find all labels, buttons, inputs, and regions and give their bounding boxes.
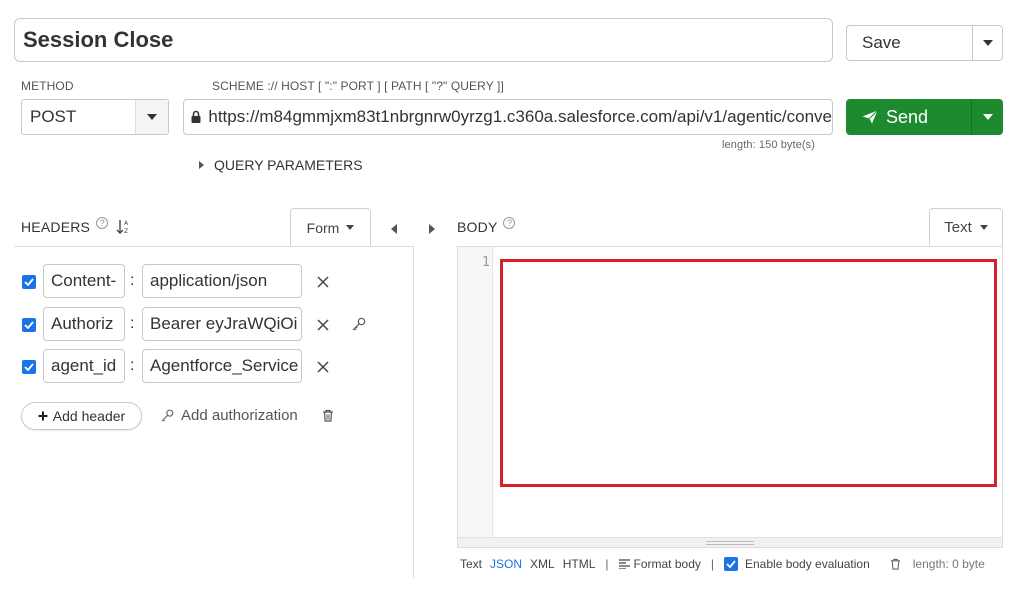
url-length: length: 150 byte(s) (722, 139, 816, 151)
sort-icon[interactable]: A Z (116, 219, 130, 235)
help-icon[interactable]: ? (503, 217, 516, 229)
header-row-checkbox[interactable] (22, 275, 36, 289)
request-name-input[interactable]: Session Close (14, 18, 833, 62)
line-number: 1 (482, 255, 490, 270)
lock-icon (184, 110, 208, 124)
chevron-down-icon (346, 225, 355, 230)
method-label: METHOD (21, 79, 74, 93)
save-button-group[interactable]: Save (846, 25, 1003, 61)
format-body-label: Format body (633, 557, 701, 571)
chevron-down-icon (147, 114, 157, 120)
collapse-left-toggle[interactable] (391, 221, 397, 239)
format-body-button[interactable]: Format body (618, 557, 701, 571)
header-row: Authoriz : Bearer eyJraWQiOi (22, 307, 382, 341)
body-format-label: Text (944, 219, 972, 236)
header-row: agent_id : Agentforce_Service (22, 349, 382, 383)
add-header-button[interactable]: Add header (21, 402, 142, 430)
headers-title: HEADERS (21, 219, 91, 235)
save-dropdown-toggle[interactable] (973, 26, 1002, 60)
chevron-left-icon (391, 224, 397, 234)
header-value-input[interactable]: Agentforce_Service (142, 349, 302, 383)
add-authorization-button[interactable]: Add authorization (160, 407, 298, 424)
body-footer: Text JSON XML HTML | Format body | Enabl… (460, 557, 985, 571)
form-label: Form (306, 219, 340, 236)
query-parameters-toggle[interactable]: QUERY PARAMETERS (199, 157, 363, 173)
body-type-json[interactable]: JSON (490, 557, 522, 571)
save-button[interactable]: Save (847, 26, 973, 60)
body-type-html[interactable]: HTML (563, 557, 596, 571)
body-type-text[interactable]: Text (460, 557, 482, 571)
header-name-input[interactable]: agent_id (43, 349, 125, 383)
key-icon[interactable] (351, 316, 367, 337)
method-select[interactable]: POST (21, 99, 169, 135)
header-row-checkbox[interactable] (22, 318, 36, 332)
trash-icon[interactable] (322, 409, 334, 427)
request-name-text: Session Close (23, 27, 174, 52)
body-header: BODY ? (457, 217, 516, 235)
send-button[interactable]: Send (846, 99, 972, 135)
url-input[interactable]: https://m84gmmjxm83t1nbrgnrw0yrzg1.c360a… (183, 99, 833, 135)
expand-right-toggle[interactable] (429, 221, 435, 239)
body-format-dropdown[interactable]: Text (929, 208, 1003, 246)
checkbox-checked-icon (724, 557, 738, 571)
send-icon (862, 110, 878, 124)
header-row-checkbox[interactable] (22, 360, 36, 374)
svg-text:A: A (124, 220, 129, 227)
body-type-xml[interactable]: XML (530, 557, 555, 571)
panel-divider[interactable] (413, 246, 414, 578)
url-format-label: SCHEME :// HOST [ ":" PORT ] [ PATH [ "?… (212, 79, 504, 93)
svg-text:Z: Z (124, 228, 128, 235)
plus-icon (38, 411, 48, 421)
editor-resize-handle[interactable] (458, 537, 1002, 547)
header-name-input[interactable]: Content- (43, 264, 125, 298)
chevron-right-icon (199, 161, 204, 169)
add-authorization-label: Add authorization (181, 407, 298, 424)
chevron-right-icon (429, 224, 435, 234)
chevron-down-icon (979, 225, 988, 230)
add-header-label: Add header (52, 408, 126, 424)
grip-icon (706, 540, 754, 545)
close-icon[interactable] (317, 318, 329, 336)
header-colon: : (130, 315, 135, 332)
body-length: length: 0 byte (912, 557, 985, 571)
close-icon[interactable] (317, 275, 329, 293)
send-label: Send (886, 106, 929, 127)
chevron-down-icon (982, 114, 993, 120)
help-icon[interactable]: ? (96, 217, 109, 229)
headers-header: HEADERS ? A Z (21, 217, 130, 235)
align-left-icon (618, 559, 630, 569)
header-value-input[interactable]: Bearer eyJraWQiOi (142, 307, 302, 341)
close-icon[interactable] (317, 360, 329, 378)
header-value-input[interactable]: application/json (142, 264, 302, 298)
header-row: Content- : application/json (22, 264, 382, 298)
chevron-down-icon (982, 40, 993, 46)
key-icon (160, 408, 175, 423)
send-button-group[interactable]: Send (846, 99, 1003, 135)
trash-icon[interactable] (890, 558, 901, 570)
query-parameters-label: QUERY PARAMETERS (214, 157, 363, 173)
enable-body-evaluation-toggle[interactable]: Enable body evaluation (724, 557, 870, 571)
header-colon: : (130, 272, 135, 289)
footer-separator: | (710, 557, 714, 571)
method-dropdown-toggle[interactable] (135, 100, 168, 134)
body-title: BODY (457, 219, 498, 235)
line-number-gutter (458, 247, 493, 547)
send-dropdown-toggle[interactable] (972, 99, 1003, 135)
footer-separator: | (605, 557, 609, 571)
headers-form-dropdown[interactable]: Form (290, 208, 371, 246)
highlight-box (500, 259, 997, 487)
method-value: POST (30, 107, 77, 126)
header-colon: : (130, 357, 135, 374)
url-text: https://m84gmmjxm83t1nbrgnrw0yrzg1.c360a… (208, 107, 832, 126)
headers-divider (14, 246, 413, 247)
body-editor[interactable]: 1 (457, 246, 1003, 548)
enable-body-evaluation-label: Enable body evaluation (745, 557, 870, 571)
header-name-input[interactable]: Authoriz (43, 307, 125, 341)
